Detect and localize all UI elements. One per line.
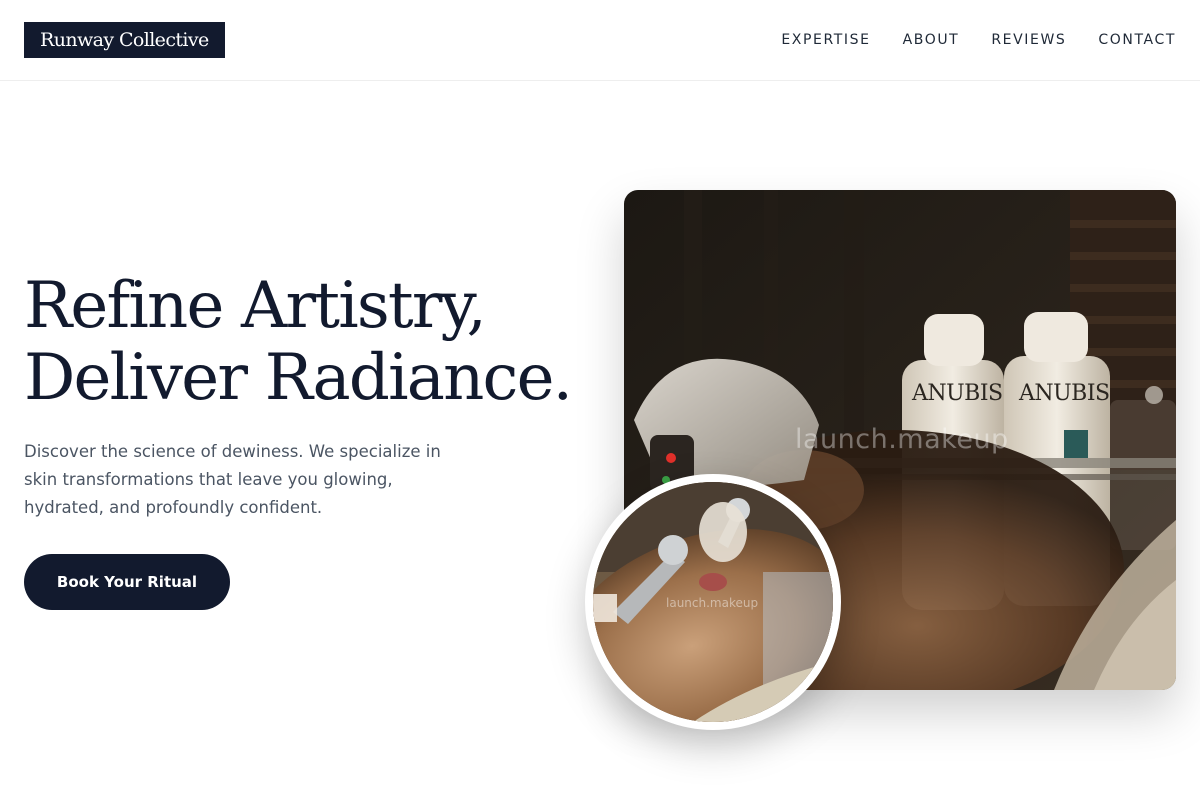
- nav-link-reviews[interactable]: REVIEWS: [991, 30, 1066, 50]
- book-ritual-button[interactable]: Book Your Ritual: [24, 554, 230, 610]
- nav-link-about[interactable]: ABOUT: [903, 30, 960, 50]
- site-header: Runway Collective EXPERTISE ABOUT REVIEW…: [0, 0, 1200, 81]
- nav-link-contact[interactable]: CONTACT: [1098, 30, 1176, 50]
- brand-logo[interactable]: Runway Collective: [24, 22, 225, 58]
- hero-title: Refine Artistry, Deliver Radiance.: [24, 270, 604, 414]
- bottle-brand-label-1: ANUBIS: [911, 381, 1003, 406]
- nav-link-expertise[interactable]: EXPERTISE: [781, 30, 870, 50]
- bottle-brand-label-2: ANUBIS: [1018, 381, 1110, 406]
- hero-title-line-2: Deliver Radiance.: [24, 341, 573, 415]
- treatment-inset-image: [585, 474, 841, 730]
- main-nav: EXPERTISE ABOUT REVIEWS CONTACT: [781, 30, 1176, 50]
- lip-treatment-photo: [593, 482, 833, 722]
- hero-description: Discover the science of dewiness. We spe…: [24, 442, 441, 517]
- hero-title-line-1: Refine Artistry,: [24, 269, 487, 343]
